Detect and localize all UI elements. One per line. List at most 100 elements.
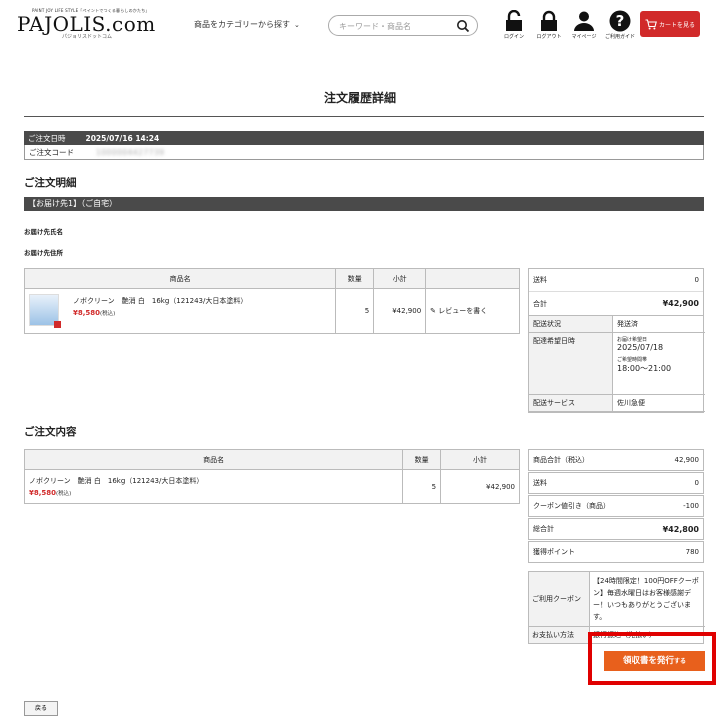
tax-note: (税込) [100,311,116,317]
summary-label: 商品合計（税込） [533,456,589,464]
summary-row: 獲得ポイント 780 [528,541,704,563]
category-menu[interactable]: 商品をカテゴリーから探す ⌄ [194,19,300,30]
desired-date-caption: お届け希望日 [617,337,648,343]
product-name-link[interactable]: ノボクリーン 艶消 白 16kg（121243/大日本塗料） [73,296,247,306]
svg-text:?: ? [616,12,625,30]
total-label: 合計 [533,299,547,308]
table-row: ノボクリーン 艶消 白 16kg（121243/大日本塗料） ¥8,580(税込… [23,469,520,504]
logout-button[interactable]: ログアウト [532,10,566,44]
content-table: 商品名 数量 小計 ノボクリーン 艶消 白 16kg（121243/大日本塗料）… [23,449,520,504]
col-subtotal: 小計 [440,449,520,470]
summary-label: クーポン値引き（商品） [533,502,610,510]
summary-value: -100 [683,502,699,510]
login-label: ログイン [503,34,524,40]
shipping-totals: 送料 0 合計 ¥42,900 [528,268,704,316]
product-qty: 5 [402,469,442,504]
product-cell: ノボクリーン 艶消 白 16kg（121243/大日本塗料） ¥8,580(税込… [23,288,337,334]
site-header: PAINT JOY LIFE STYLE「ペイントでつくる暮らしのかたち」 PA… [0,0,720,48]
summary-label: 送料 [533,479,547,487]
summary-box: 商品合計（税込） 42,900 送料 0 クーポン値引き（商品） -100 総合計 ¥4… [528,449,705,644]
content-table-header: 商品名 数量 小計 [23,449,520,470]
recipient-address-label: お届け先住所 [24,249,63,257]
product-cell: ノボクリーン 艶消 白 16kg（121243/大日本塗料） ¥8,580(税込… [23,469,404,504]
product-qty: 5 [335,288,375,334]
login-button[interactable]: ログイン [497,10,531,44]
user-icon [574,11,594,31]
total-value: ¥42,900 [662,299,699,308]
col-product: 商品名 [23,449,404,470]
cart-button[interactable]: カートを見る [640,11,700,37]
product-price-value: ¥8,580 [29,489,57,497]
product-subtotal: ¥42,900 [373,288,427,334]
search-box [328,15,478,36]
back-button[interactable]: 戻る [24,701,58,716]
receipt-button-label: 領収書を発行 [622,656,674,666]
summary-value: 42,900 [674,456,700,464]
col-product: 商品名 [23,268,337,289]
delivery-status-label: 配送状況 [529,316,613,333]
cart-label: カートを見る [658,21,695,29]
category-menu-label: 商品をカテゴリーから探す [194,20,290,29]
summary-row: 商品合計（税込） 42,900 [528,449,704,471]
order-code-label: ご注文コード [29,147,74,157]
delivery-grid: 配送状況 発送済 配達希望日時 お届け希望日 2025/07/18 ご希望時間帯… [528,316,705,413]
desired-date: 2025/07/18 [617,343,664,352]
summary-label: 獲得ポイント [533,548,575,556]
total-row: 合計 ¥42,900 [529,292,703,315]
review-link[interactable]: ✎ レビューを書く [425,288,520,334]
order-meta: ご注文日時 2025/07/16 14:24 ご注文コード 1000004427… [24,131,704,160]
col-action [425,268,520,289]
summary-value: 780 [685,548,699,556]
order-date-row: ご注文日時 2025/07/16 14:24 [24,131,704,145]
logout-label: ログアウト [536,34,562,40]
desired-time-caption: ご希望時間帯 [617,357,648,363]
delivery-service-value: 佐川急便 [613,395,705,412]
page-title: 注文履歴詳細 [323,91,396,105]
product-thumbnail[interactable] [29,294,61,328]
guide-button[interactable]: ? ご利用ガイド [603,10,637,44]
summary-row: クーポン値引き（商品） -100 [528,495,704,517]
issue-receipt-button[interactable]: 領収書を発行する [604,651,705,671]
col-qty: 数量 [335,268,375,289]
logo-subtitle: パジョリスドットコム [62,34,113,40]
shipping-box: 送料 0 合計 ¥42,900 配送状況 発送済 配達希望日時 お届け希望日 202… [528,268,705,413]
detail-heading: ご注文明細 [24,177,77,189]
title-divider [24,116,704,117]
cart-icon [645,18,657,29]
shipping-fee-label: 送料 [533,276,547,284]
recipient-name-label: お届け先氏名 [24,228,63,236]
col-qty: 数量 [402,449,442,470]
search-icon[interactable] [456,19,470,33]
detail-table: 商品名 数量 小計 ノボクリーン 艶消 白 16kg（121243/大日本塗料）… [23,268,520,334]
product-price: ¥8,580(税込) [29,489,402,497]
desired-datetime-label: 配達希望日時 [529,333,613,395]
product-price: ¥8,580(税込) [73,309,115,317]
pencil-icon: ✎ [430,307,437,315]
receipt-button-suffix: する [674,658,687,665]
shipping-fee-row: 送料 0 [529,269,703,292]
guide-label: ご利用ガイド [604,34,635,40]
detail-table-header: 商品名 数量 小計 [23,268,520,289]
receipt-highlight: 領収書を発行する [588,632,716,685]
order-code-value: 1000004427739 [96,147,165,157]
mypage-button[interactable]: マイページ [567,10,601,44]
grand-total-value: ¥42,800 [662,524,699,534]
table-row: ノボクリーン 艶消 白 16kg（121243/大日本塗料） ¥8,580(税込… [23,288,520,334]
payment-method-label: お支払い方法 [529,627,590,643]
help-icon: ? [609,10,631,32]
summary-label: 総合計 [533,525,554,533]
desired-datetime-value: お届け希望日 2025/07/18 ご希望時間帯 18:00〜21:00 [613,333,705,395]
delivery-service-label: 配送サービス [529,395,613,412]
destination-bar: 【お届け先1】（ご自宅） [24,197,704,211]
coupon-value: 【24時間限定！100円OFFクーポン】毎週水曜日はお客様感謝デー！いつもありが… [590,572,705,627]
product-price-value: ¥8,580 [73,309,101,317]
search-input[interactable] [339,19,459,33]
order-date-value: 2025/07/16 14:24 [85,133,160,143]
lock-icon [541,10,557,31]
desired-time: 18:00〜21:00 [617,364,672,373]
product-name-link[interactable]: ノボクリーン 艶消 白 16kg（121243/大日本塗料） [29,476,402,486]
product-subtotal: ¥42,900 [440,469,520,504]
delivery-status-value: 発送済 [613,316,705,333]
order-date-label: ご注文日時 [28,133,66,143]
lock-open-icon [506,10,522,31]
